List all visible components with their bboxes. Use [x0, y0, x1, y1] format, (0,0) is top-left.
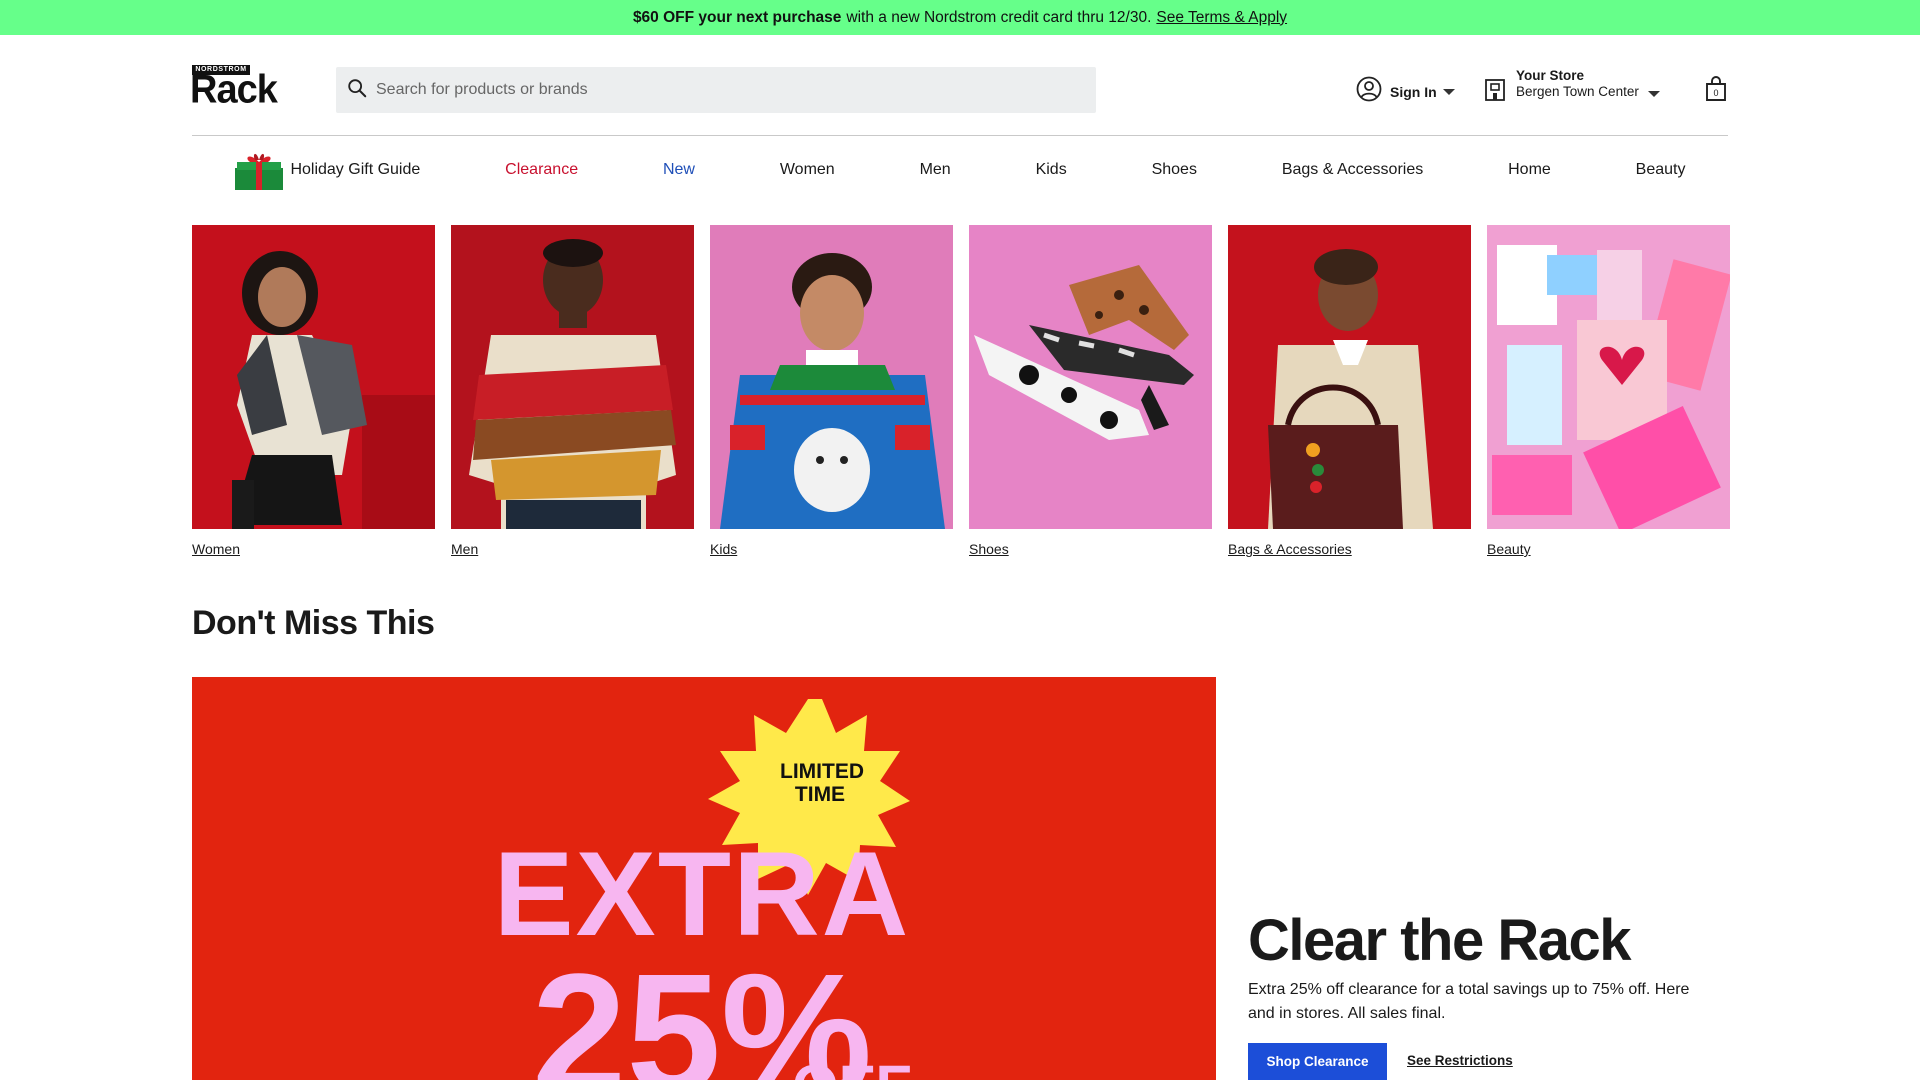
- nav-label-holiday-gift-guide: Holiday Gift Guide: [290, 161, 421, 178]
- store-selector[interactable]: Your Store Bergen Town Center: [1484, 68, 1660, 107]
- category-tile-beauty[interactable]: Beauty: [1487, 225, 1730, 557]
- category-tile-men[interactable]: Men: [451, 225, 694, 557]
- nordstrom-rack-logo[interactable]: NORDSTROM Rack: [190, 65, 313, 113]
- category-tile-kids[interactable]: Kids: [710, 225, 953, 557]
- nav-item-women[interactable]: Women: [780, 161, 835, 179]
- promo-text: with a new Nordstrom credit card thru 12…: [846, 8, 1152, 26]
- gift-icon: [234, 150, 284, 190]
- search-icon[interactable]: [346, 77, 368, 104]
- clearance-hero-banner[interactable]: LIMITED TIME EXTRA 25% OFF: [192, 677, 1216, 1080]
- category-label-beauty[interactable]: Beauty: [1487, 541, 1730, 557]
- shop-clearance-button[interactable]: Shop Clearance: [1248, 1043, 1387, 1080]
- promo-bold-text: $60 OFF your next purchase: [632, 8, 842, 26]
- shopping-bag-icon[interactable]: 0: [1704, 76, 1728, 102]
- hero-graphic: LIMITED TIME EXTRA 25% OFF: [494, 699, 912, 1080]
- category-label-shoes[interactable]: Shoes: [969, 541, 1212, 557]
- promo-terms-link[interactable]: See Terms & Apply: [1156, 9, 1287, 27]
- category-tile-shoes[interactable]: Shoes: [969, 225, 1212, 557]
- nav-item-bags-accessories[interactable]: Bags & Accessories: [1282, 161, 1423, 179]
- section-title: Don't Miss This: [192, 604, 435, 642]
- chevron-down-icon: [1647, 91, 1660, 97]
- see-restrictions-link[interactable]: See Restrictions: [1407, 1053, 1513, 1068]
- category-label-kids[interactable]: Kids: [710, 541, 953, 557]
- category-label-men[interactable]: Men: [451, 541, 694, 557]
- bags-accessories-category-image[interactable]: [1228, 225, 1471, 529]
- men-category-image[interactable]: [451, 225, 694, 529]
- category-tile-bags-accessories[interactable]: Bags & Accessories: [1228, 225, 1471, 557]
- sign-in-button[interactable]: Sign In: [1356, 76, 1455, 107]
- store-name: Bergen Town Center: [1516, 84, 1639, 99]
- shoes-category-image[interactable]: [969, 225, 1212, 529]
- logo-rack-text: Rack: [190, 67, 278, 113]
- nav-item-beauty[interactable]: Beauty: [1636, 161, 1686, 179]
- category-tiles: Women Men Kids Shoes Bags & Accessories …: [192, 225, 1730, 557]
- store-label: Your Store: [1516, 68, 1585, 83]
- user-icon: [1356, 76, 1382, 107]
- nav-item-shoes[interactable]: Shoes: [1152, 161, 1197, 179]
- header-divider: [192, 135, 1728, 136]
- clear-the-rack-description: Extra 25% off clearance for a total savi…: [1248, 981, 1690, 1022]
- chevron-down-icon: [1442, 88, 1455, 95]
- category-label-bags-accessories[interactable]: Bags & Accessories: [1228, 541, 1471, 557]
- badge-line-1: LIMITED: [780, 760, 864, 783]
- women-category-image[interactable]: [192, 225, 435, 529]
- store-icon: [1484, 68, 1506, 107]
- kids-category-image[interactable]: [710, 225, 953, 529]
- category-tile-women[interactable]: Women: [192, 225, 435, 557]
- main-nav: Holiday Gift Guide Clearance New Women M…: [192, 140, 1728, 200]
- hero-off-text: OFF: [792, 1053, 912, 1080]
- svg-text:0: 0: [1713, 88, 1718, 98]
- nav-item-holiday-gift-guide[interactable]: Holiday Gift Guide: [234, 150, 420, 190]
- search-bar[interactable]: [336, 67, 1096, 113]
- category-label-women[interactable]: Women: [192, 541, 435, 557]
- nav-item-clearance[interactable]: Clearance: [505, 161, 578, 179]
- search-input[interactable]: [376, 81, 1076, 99]
- promo-banner: $60 OFF your next purchase with a new No…: [0, 0, 1920, 35]
- sign-in-label: Sign In: [1390, 83, 1437, 100]
- badge-line-2: TIME: [795, 783, 845, 806]
- nav-item-kids[interactable]: Kids: [1036, 161, 1067, 179]
- clear-the-rack-title: Clear the Rack: [1248, 908, 1631, 973]
- beauty-category-image[interactable]: [1487, 225, 1730, 529]
- nav-item-men[interactable]: Men: [920, 161, 951, 179]
- nav-item-home[interactable]: Home: [1508, 161, 1551, 179]
- nav-item-new[interactable]: New: [663, 161, 695, 179]
